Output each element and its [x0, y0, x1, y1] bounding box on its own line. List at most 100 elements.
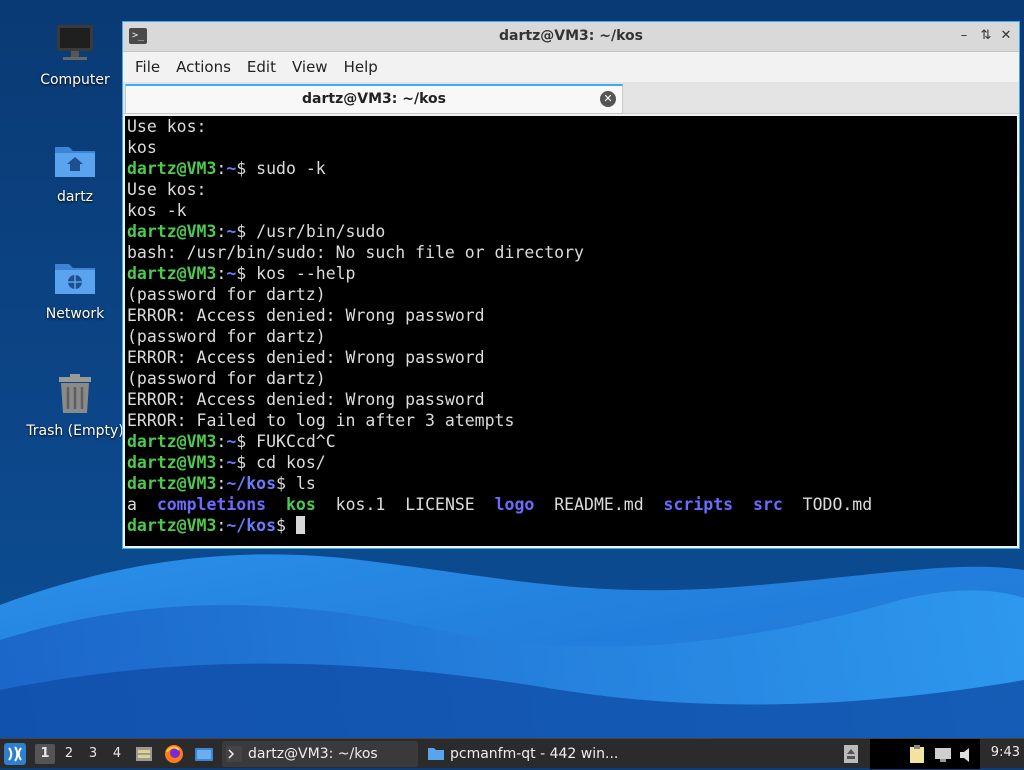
task-pcmanfm[interactable]: pcmanfm-qt - 442 win... [424, 741, 620, 767]
ls-entry-executable: kos [285, 495, 316, 514]
terminal-output-line: ERROR: Access denied: Wrong password [127, 348, 485, 367]
terminal-command-line: dartz@VM3:~$ cd kos/ [127, 452, 1017, 473]
quicklaunch-file-manager[interactable] [134, 739, 156, 769]
firefox-icon [165, 745, 183, 763]
prompt-user: dartz@VM3 [127, 222, 217, 241]
prompt-path: ~/kos [226, 474, 277, 493]
task-label: dartz@VM3: ~/kos [248, 746, 378, 762]
command-text: /usr/bin/sudo [246, 222, 386, 241]
minimize-button[interactable]: – [955, 27, 973, 45]
prompt-user: dartz@VM3 [127, 474, 217, 493]
terminal-output-line: ERROR: Access denied: Wrong password [127, 390, 485, 409]
ls-entry-directory: logo [494, 495, 535, 514]
updater-icon [844, 745, 858, 763]
terminal-command-line: dartz@VM3:~$ FUKCcd^C [127, 431, 1017, 452]
task-label: pcmanfm-qt - 442 win... [450, 746, 619, 762]
command-text: sudo -k [246, 159, 326, 178]
app-menu-button[interactable] [3, 739, 29, 769]
prompt-user: dartz@VM3 [127, 516, 217, 535]
workspace-3[interactable]: 3 [83, 744, 103, 764]
desktop-icon-trash[interactable]: Trash (Empty) [25, 373, 125, 439]
prompt-user: dartz@VM3 [127, 432, 217, 451]
prompt-colon: : [216, 264, 227, 283]
terminal-output[interactable]: Use kos: kos dartz@VM3:~$ sudo -k Use kos: k… [125, 116, 1017, 546]
desktop-icon-network[interactable]: Network [25, 256, 125, 322]
ls-output-line: a completions kos kos.1 LICENSE logo REA… [127, 494, 1017, 515]
tab-bar: dartz@VM3: ~/kos ✕ [123, 82, 1019, 114]
tab-close-icon[interactable]: ✕ [600, 91, 616, 107]
terminal-output-line: kos [127, 138, 157, 157]
prompt-colon: : [216, 474, 227, 493]
ls-separator [733, 495, 753, 514]
ls-separator [316, 495, 336, 514]
workspace-1[interactable]: 1 [35, 744, 55, 764]
desktop-icon-computer[interactable]: Computer [25, 22, 125, 88]
clock: 9:43 [990, 745, 1020, 760]
ls-separator [644, 495, 664, 514]
volume-icon[interactable] [958, 746, 976, 764]
close-button[interactable]: ✕ [997, 27, 1015, 45]
terminal-output-line: Use kos: [127, 180, 207, 199]
tray-area [870, 739, 980, 769]
prompt-path: ~ [226, 264, 237, 283]
menu-bar: File Actions Edit View Help [123, 52, 1019, 82]
menu-help[interactable]: Help [336, 58, 386, 76]
terminal-output-line: bash: /usr/bin/sudo: No such file or dir… [127, 243, 584, 262]
terminal-command-line: dartz@VM3:~$ kos --help [127, 263, 1017, 284]
tab-terminal[interactable]: dartz@VM3: ~/kos ✕ [125, 84, 623, 114]
quicklaunch-firefox[interactable] [164, 739, 186, 769]
maximize-button[interactable]: ⇅ [977, 27, 995, 45]
tab-label: dartz@VM3: ~/kos [302, 91, 446, 107]
ls-entry-file: kos.1 [335, 495, 386, 514]
clipboard-icon[interactable] [908, 744, 926, 764]
menu-view[interactable]: View [284, 58, 336, 76]
show-desktop-icon [195, 748, 213, 761]
workspace-4[interactable]: 4 [107, 744, 127, 764]
task-terminal[interactable]: dartz@VM3: ~/kos [222, 741, 418, 767]
prompt-path: ~ [226, 159, 237, 178]
ls-separator [783, 495, 803, 514]
ls-entry-file: a [127, 495, 137, 514]
prompt-colon: : [216, 432, 227, 451]
folder-task-icon [428, 748, 444, 760]
file-manager-icon [136, 747, 152, 761]
home-folder-icon [53, 139, 97, 183]
ls-entry-file: README.md [554, 495, 644, 514]
prompt-path: ~ [226, 453, 237, 472]
prompt-dollar: $ [236, 159, 247, 178]
terminal-output-line: (password for dartz) [127, 369, 326, 388]
prompt-dollar: $ [236, 432, 247, 451]
workspace-2[interactable]: 2 [59, 744, 79, 764]
prompt-dollar: $ [236, 453, 247, 472]
lxqt-menu-icon [4, 743, 26, 765]
command-text: FUKCcd^C [246, 432, 336, 451]
ls-entry-file: LICENSE [405, 495, 475, 514]
monitor-icon[interactable] [934, 746, 952, 764]
terminal-window[interactable]: >_ dartz@VM3: ~/kos – ⇅ ✕ File Actions E… [122, 21, 1020, 549]
menu-actions[interactable]: Actions [168, 58, 239, 76]
terminal-command-line: dartz@VM3:~$ sudo -k [127, 158, 1017, 179]
desktop-icon-label: Computer [40, 72, 110, 88]
window-titlebar[interactable]: >_ dartz@VM3: ~/kos – ⇅ ✕ [123, 22, 1019, 52]
prompt-dollar: $ [276, 474, 286, 493]
command-text: ls [285, 474, 316, 493]
prompt-colon: : [216, 453, 227, 472]
ls-entry-directory: src [752, 495, 783, 514]
ls-separator [475, 495, 495, 514]
terminal-output-line: Use kos: [127, 117, 207, 136]
menu-edit[interactable]: Edit [239, 58, 284, 76]
prompt-colon: : [216, 516, 227, 535]
desktop-icon-label: Trash (Empty) [26, 423, 124, 439]
ls-separator [385, 495, 405, 514]
quicklaunch-desktop[interactable] [194, 739, 216, 769]
terminal-output-line: (password for dartz) [127, 327, 326, 346]
terminal-current-prompt[interactable]: dartz@VM3:~/kos$ [127, 515, 1017, 536]
desktop-icon-home-folder[interactable]: dartz [25, 139, 125, 205]
prompt-path: ~ [226, 432, 237, 451]
ls-entry-directory: scripts [663, 495, 734, 514]
menu-file[interactable]: File [127, 58, 168, 76]
terminal-command-line: dartz@VM3:~$ /usr/bin/sudo [127, 221, 1017, 242]
tray-updater[interactable] [843, 739, 861, 769]
desktop-icon-label: Network [45, 306, 105, 322]
